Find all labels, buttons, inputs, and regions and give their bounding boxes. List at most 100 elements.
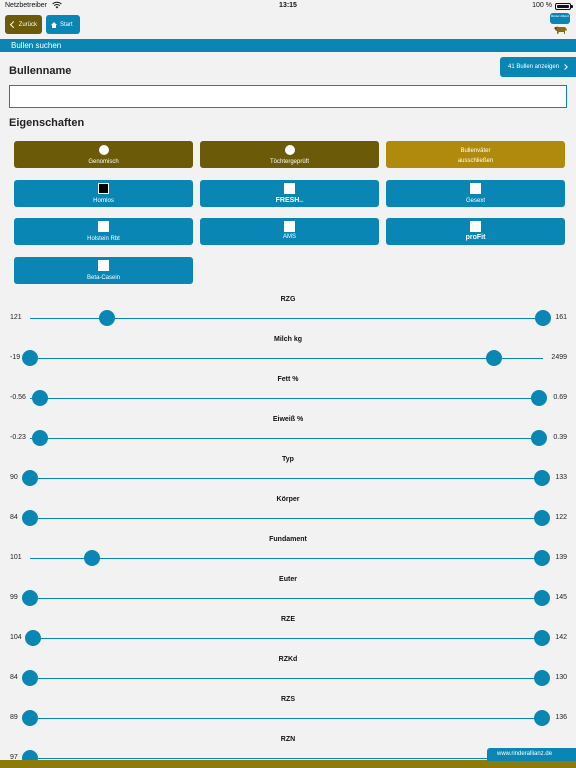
slider-high-knob[interactable]	[533, 590, 550, 606]
chevron-left-icon	[9, 21, 17, 28]
checkbox-icon[interactable]	[284, 183, 295, 194]
slider-min-value: 104	[10, 634, 22, 641]
slider-low-knob[interactable]	[83, 550, 100, 566]
bull-name-title: Bullenname	[9, 65, 72, 77]
page-header: Bullen suchen	[0, 39, 576, 52]
slider-track[interactable]	[30, 438, 543, 439]
slider-low-knob[interactable]	[22, 710, 38, 726]
cow-icon	[554, 26, 567, 34]
slider-high-knob[interactable]	[535, 310, 551, 326]
property-holstein-rbt[interactable]: Holstein Rbt	[14, 218, 193, 245]
slider-title: Körper	[276, 496, 300, 503]
slider-low-knob[interactable]	[22, 590, 38, 606]
slider-low-knob[interactable]	[22, 510, 38, 526]
slider-track[interactable]	[30, 358, 543, 359]
property-label: Beta-Casein	[86, 275, 121, 281]
slider-high-knob[interactable]	[533, 630, 550, 646]
property-label: Töchtergeprüft	[269, 159, 310, 165]
slider-high-knob[interactable]	[531, 430, 548, 446]
rinderallianz-logo: Rinder Allianz	[550, 13, 570, 36]
fresh-label: FRESH	[275, 197, 300, 204]
slider-track[interactable]	[30, 758, 543, 759]
slider-max-value: 2499	[551, 354, 567, 361]
website-link[interactable]: www.rinderallianz.de	[487, 748, 576, 761]
show-bulls-label: 41 Bullen anzeigen	[508, 64, 560, 70]
slider-min-value: -0.56	[10, 394, 26, 401]
start-button[interactable]: Start	[46, 15, 80, 34]
slider-min-value: 121	[10, 314, 22, 321]
battery-icon	[555, 3, 573, 10]
checkbox-icon[interactable]	[470, 221, 481, 232]
checkbox-checked-icon[interactable]	[98, 183, 109, 194]
slider-min-value: 90	[10, 474, 18, 481]
slider-title: RZS	[281, 696, 295, 703]
slider-high-knob[interactable]	[533, 470, 550, 486]
slider-track[interactable]	[30, 558, 543, 559]
radio-icon[interactable]	[284, 145, 295, 155]
show-bulls-button[interactable]: 41 Bullen anzeigen	[500, 57, 576, 77]
slider-min-value: -0.23	[10, 434, 26, 441]
slider-title: RZE	[281, 616, 295, 623]
slider-title: Fundament	[269, 536, 307, 543]
slider-track[interactable]	[30, 718, 543, 719]
slider-high-knob[interactable]	[533, 510, 550, 526]
property-label: FRESH▬	[200, 197, 379, 204]
property-label: proFit	[465, 234, 486, 241]
slider-high-knob[interactable]	[533, 710, 550, 726]
slider-high-knob[interactable]	[486, 350, 503, 366]
checkbox-icon[interactable]	[98, 260, 109, 271]
slider-title: RZG	[280, 296, 296, 303]
property-label: Genomisch	[88, 159, 119, 165]
bull-name-input[interactable]	[9, 85, 567, 108]
slider-track[interactable]	[30, 518, 543, 519]
slider-min-value: 99	[10, 594, 18, 601]
footer-bar	[0, 760, 576, 768]
property-bullenvaeter-ausschliessen[interactable]: Bullenväter ausschließen	[386, 141, 565, 168]
property-label: Holstein Rbt	[87, 236, 120, 242]
property-label: Bullenväter ausschließen	[386, 146, 565, 166]
slider-max-value: 0.39	[553, 434, 567, 441]
slider-low-knob[interactable]	[32, 430, 49, 446]
slider-high-knob[interactable]	[531, 390, 548, 406]
slider-track[interactable]	[30, 478, 543, 479]
radio-icon[interactable]	[98, 145, 109, 155]
slider-low-knob[interactable]	[25, 630, 42, 646]
slider-low-knob[interactable]	[22, 470, 38, 486]
property-toechtergeprueft[interactable]: Töchtergeprüft	[200, 141, 379, 168]
property-profit[interactable]: proFit	[386, 218, 565, 245]
property-fresh[interactable]: FRESH▬	[200, 180, 379, 207]
property-label: AMS	[282, 234, 296, 240]
property-genomisch[interactable]: Genomisch	[14, 141, 193, 168]
slider-low-knob[interactable]	[22, 670, 38, 686]
properties-title: Eigenschaften	[9, 117, 85, 129]
slider-max-value: 142	[555, 634, 567, 641]
slider-low-knob[interactable]	[22, 350, 38, 366]
slider-track[interactable]	[30, 638, 543, 639]
slider-title: RZN	[280, 736, 296, 743]
slider-min-value: 84	[10, 514, 18, 521]
slider-high-knob[interactable]	[533, 670, 550, 686]
battery-percent: 100 %	[532, 2, 552, 9]
slider-high-knob[interactable]	[533, 550, 550, 566]
checkbox-icon[interactable]	[470, 183, 481, 194]
chevron-right-icon	[562, 64, 568, 70]
slider-min-value: 84	[10, 674, 18, 681]
slider-max-value: 133	[555, 474, 567, 481]
slider-track[interactable]	[30, 598, 543, 599]
property-gesext[interactable]: Gesext	[386, 180, 565, 207]
logo-badge: Rinder Allianz	[550, 13, 570, 24]
property-beta-casein[interactable]: Beta-Casein	[14, 257, 193, 284]
property-hornlos[interactable]: Hornlos	[14, 180, 193, 207]
checkbox-icon[interactable]	[98, 221, 109, 232]
back-button[interactable]: Zurück	[5, 15, 42, 34]
slider-track[interactable]	[30, 678, 543, 679]
slider-track[interactable]	[30, 398, 543, 399]
checkbox-icon[interactable]	[284, 221, 295, 232]
back-button-label: Zurück	[18, 21, 37, 28]
slider-title: Eiweiß %	[272, 416, 304, 423]
slider-low-knob[interactable]	[98, 310, 115, 326]
slider-title: Milch kg	[273, 336, 302, 343]
slider-low-knob[interactable]	[32, 390, 49, 406]
property-label: Gesext	[465, 198, 485, 204]
property-ams[interactable]: AMS	[200, 218, 379, 245]
